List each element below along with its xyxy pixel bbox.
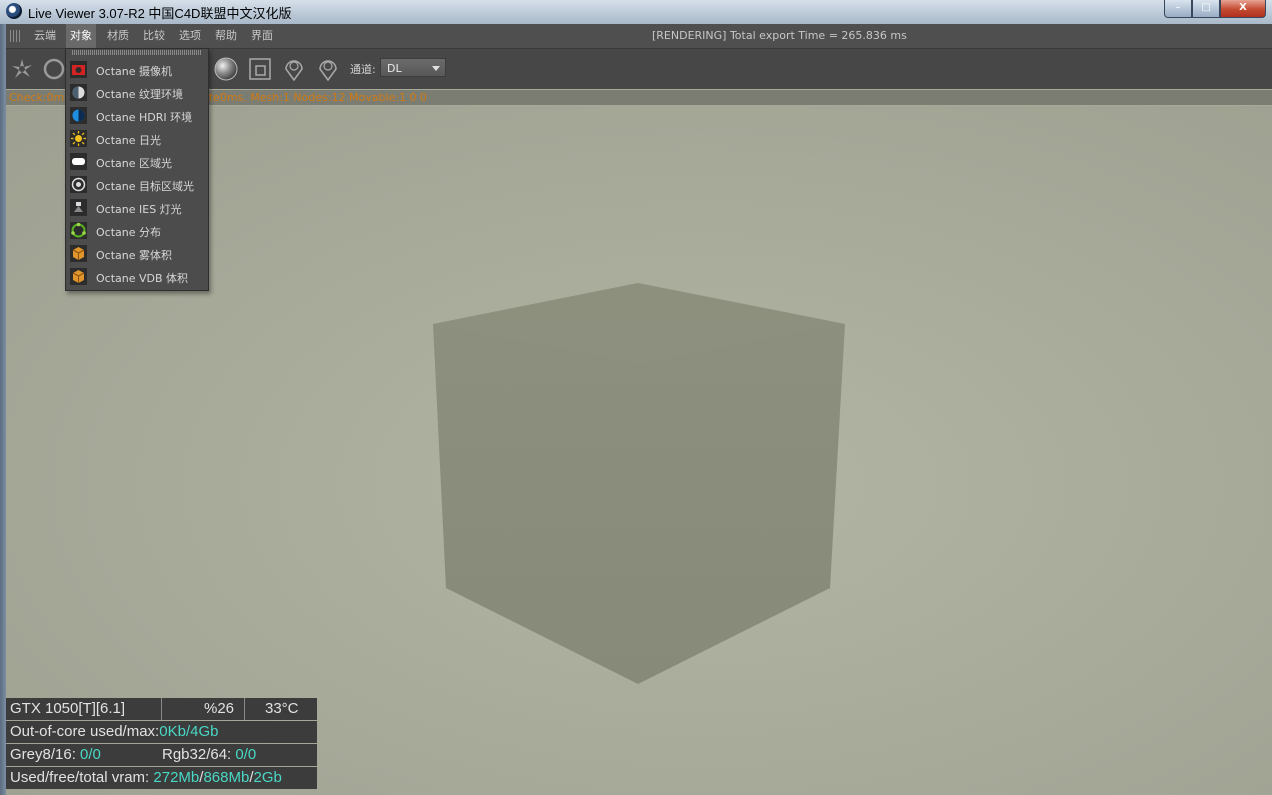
menu-item-label: Octane 日光 xyxy=(96,134,161,147)
hud-out-of-core-row: Out-of-core used/max:0Kb/4Gb xyxy=(6,721,317,743)
menu-item-label: Octane VDB 体积 xyxy=(96,272,189,285)
rgb-value: 0/0 xyxy=(235,746,257,763)
fog-volume-icon xyxy=(70,245,87,262)
menu-help[interactable]: 帮助 xyxy=(211,24,241,48)
menu-materials[interactable]: 材质 xyxy=(103,24,133,48)
window-controls: – □ X xyxy=(1164,0,1266,18)
area-light-icon xyxy=(70,153,87,170)
texture-environment-icon xyxy=(70,84,87,101)
maximize-button[interactable]: □ xyxy=(1192,0,1220,18)
vram-used: 272Mb xyxy=(153,769,200,786)
scatter-icon xyxy=(70,222,87,239)
ooc-max: 4Gb xyxy=(190,723,219,740)
vram-total: 2Gb xyxy=(253,769,282,786)
status-check: Check:0ms xyxy=(9,91,70,104)
material-pick-icon[interactable] xyxy=(314,55,342,83)
channel-select[interactable]: DL xyxy=(380,58,446,77)
objects-dropdown-menu: Octane 摄像机 Octane 纹理环境 Octane HDRI 环境 Oc… xyxy=(65,48,209,291)
close-button[interactable]: X xyxy=(1220,0,1266,18)
ooc-label: Out-of-core used/max: xyxy=(10,723,160,740)
chevron-down-icon xyxy=(432,66,440,71)
menu-item-scatter[interactable]: Octane 分布 xyxy=(66,219,208,242)
vram-free: 868Mb xyxy=(203,769,250,786)
menu-bar: 云端 对象 材质 比较 选项 帮助 界面 [RENDERING] Total e… xyxy=(6,24,1272,49)
menu-item-target-area-light[interactable]: Octane 目标区域光 xyxy=(66,173,208,196)
vram-label: Used/free/total vram: xyxy=(10,769,154,786)
menu-compare[interactable]: 比较 xyxy=(139,24,169,48)
region-icon[interactable] xyxy=(246,55,274,83)
menu-item-label: Octane 分布 xyxy=(96,226,161,239)
menu-item-area-light[interactable]: Octane 区域光 xyxy=(66,150,208,173)
menu-item-label: Octane 雾体积 xyxy=(96,249,172,262)
hud-vram-row: Used/free/total vram: 272Mb/868Mb/2Gb xyxy=(6,767,317,789)
menu-item-label: Octane 区域光 xyxy=(96,157,172,170)
menu-item-texture-environment[interactable]: Octane 纹理环境 xyxy=(66,81,208,104)
menu-item-label: Octane IES 灯光 xyxy=(96,203,182,216)
octane-logo-icon[interactable] xyxy=(8,55,36,83)
menu-item-vdb-volume[interactable]: Octane VDB 体积 xyxy=(66,265,208,288)
material-ball-icon[interactable] xyxy=(212,55,240,83)
menu-options[interactable]: 选项 xyxy=(175,24,205,48)
menu-item-label: Octane 纹理环境 xyxy=(96,88,183,101)
gpu-usage: %26 xyxy=(204,700,235,717)
render-status: [RENDERING] Total export Time = 265.836 … xyxy=(652,29,907,42)
menu-item-ies-light[interactable]: Octane IES 灯光 xyxy=(66,196,208,219)
channel-label: 通道: xyxy=(350,63,376,76)
hud-texture-row: Grey8/16: 0/0 Rgb32/64: 0/0 xyxy=(6,744,317,766)
menu-objects[interactable]: 对象 xyxy=(66,24,96,48)
channel-value: DL xyxy=(387,62,402,75)
ooc-used: 0Kb xyxy=(159,723,186,740)
menu-item-camera[interactable]: Octane 摄像机 xyxy=(66,58,208,81)
minimize-button[interactable]: – xyxy=(1164,0,1192,18)
grey-value: 0/0 xyxy=(80,746,101,763)
tear-off-handle[interactable] xyxy=(72,50,202,55)
window-title: Live Viewer 3.07-R2 中国C4D联盟中文汉化版 xyxy=(28,6,292,21)
rgb-label: Rgb32/64: xyxy=(162,746,236,763)
menu-interface[interactable]: 界面 xyxy=(247,24,277,48)
app-logo-icon xyxy=(6,3,22,19)
daylight-icon xyxy=(70,130,87,147)
menu-item-daylight[interactable]: Octane 日光 xyxy=(66,127,208,150)
vdb-volume-icon xyxy=(70,268,87,285)
grip-icon[interactable] xyxy=(10,30,22,42)
gpu-name: GTX 1050[T][6.1] xyxy=(10,700,126,717)
menu-item-label: Octane 目标区域光 xyxy=(96,180,194,193)
hud-gpu-row: GTX 1050[T][6.1] %26 33°C xyxy=(6,698,317,720)
target-area-light-icon xyxy=(70,176,87,193)
focus-pick-icon[interactable] xyxy=(280,55,308,83)
title-bar: Live Viewer 3.07-R2 中国C4D联盟中文汉化版 – □ X xyxy=(0,0,1272,25)
menu-cloud[interactable]: 云端 xyxy=(30,24,60,48)
menu-item-fog-volume[interactable]: Octane 雾体积 xyxy=(66,242,208,265)
hdri-environment-icon xyxy=(70,107,87,124)
menu-item-label: Octane HDRI 环境 xyxy=(96,111,193,124)
grey-label: Grey8/16: xyxy=(10,746,81,763)
status-stats: ate0ms. Mesh:1 Nodes:12 Movable:1 0 0 xyxy=(202,91,428,104)
gpu-temperature: 33°C xyxy=(265,700,299,717)
ies-light-icon xyxy=(70,199,87,216)
camera-icon xyxy=(70,61,87,78)
menu-item-label: Octane 摄像机 xyxy=(96,65,172,78)
menu-item-hdri-environment[interactable]: Octane HDRI 环境 xyxy=(66,104,208,127)
restart-icon[interactable] xyxy=(40,55,68,83)
